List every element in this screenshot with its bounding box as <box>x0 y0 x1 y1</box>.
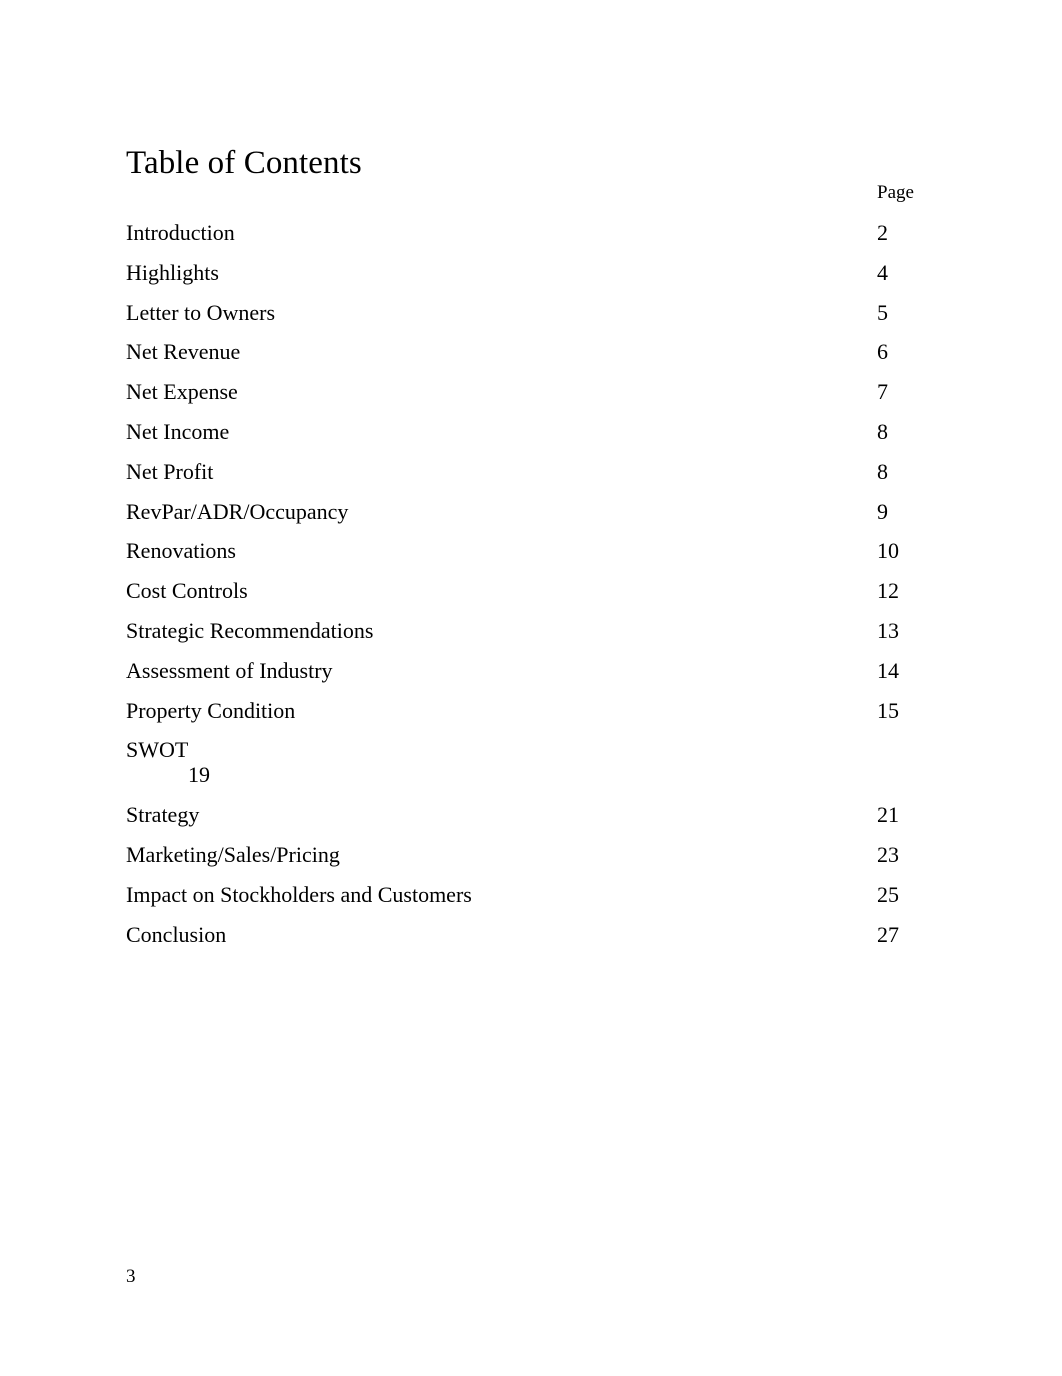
toc-entry-page-number: 5 <box>877 299 888 325</box>
toc-entry[interactable]: Introduction 2 <box>0 219 1062 259</box>
toc-entry-label: Impact on Stockholders and Customers <box>126 881 472 907</box>
toc-entry-page-number: 8 <box>877 458 888 484</box>
table-of-contents-list: Introduction 2 Highlights 4 Letter to Owners… <box>0 219 1062 961</box>
toc-entry[interactable]: Highlights 4 <box>0 259 1062 299</box>
toc-entry-page-number: 7 <box>877 379 888 405</box>
toc-entry-page-number: 8 <box>877 418 888 444</box>
toc-entry-label: Highlights <box>126 259 219 285</box>
toc-entry-page-number: 9 <box>877 498 888 524</box>
toc-entry-label: Renovations <box>126 538 236 564</box>
toc-entry-page-number: 2 <box>877 220 888 245</box>
toc-entry[interactable]: Property Condition 15 <box>0 697 1062 737</box>
page-title: Table of Contents <box>126 145 362 182</box>
toc-entry-page-number: 12 <box>877 578 899 604</box>
toc-entry-label: SWOT <box>126 737 189 763</box>
toc-entry[interactable]: Strategic Recommendations 13 <box>0 617 1062 657</box>
toc-entry-label: Property Condition <box>126 697 296 723</box>
toc-entry-page-number: 27 <box>877 921 899 947</box>
toc-entry-page-number: 10 <box>877 538 899 564</box>
toc-entry[interactable]: Net Profit 8 <box>0 458 1062 498</box>
toc-entry-page-number: 6 <box>877 339 888 365</box>
toc-entry-label: Marketing/Sales/Pricing <box>126 842 340 868</box>
toc-entry-page-number: 19 <box>188 762 210 788</box>
toc-entry-label: Strategic Recommendations <box>126 617 374 643</box>
toc-entry-label: Assessment of Industry <box>126 657 333 683</box>
toc-entry[interactable]: Net Income 8 <box>0 418 1062 458</box>
toc-entry-page-number: 25 <box>877 881 899 907</box>
toc-entry[interactable]: Net Expense 7 <box>0 378 1062 418</box>
toc-entry[interactable]: Conclusion 27 <box>0 921 1062 961</box>
toc-entry[interactable]: Letter to Owners 5 <box>0 299 1062 339</box>
toc-entry[interactable]: Strategy 21 <box>0 801 1062 841</box>
toc-entry-label: Letter to Owners <box>126 299 276 325</box>
toc-entry[interactable]: Marketing/Sales/Pricing 23 <box>0 841 1062 881</box>
toc-entry-label: Net Revenue <box>126 339 241 365</box>
toc-entry-page-number: 14 <box>877 657 899 683</box>
toc-entry-label: Net Profit <box>126 458 214 484</box>
toc-entry-label: Strategy <box>126 802 200 828</box>
toc-entry-page-number: 13 <box>877 617 899 643</box>
toc-entry-label: Cost Controls <box>126 578 248 604</box>
toc-entry-page-number: 23 <box>877 842 899 868</box>
toc-entry[interactable]: Renovations 10 <box>0 537 1062 577</box>
toc-entry[interactable]: Net Revenue 6 <box>0 338 1062 378</box>
toc-entry-page-number: 21 <box>877 802 899 828</box>
page-column-header: Page <box>877 182 914 203</box>
toc-entry[interactable]: Impact on Stockholders and Customers 25 <box>0 881 1062 921</box>
toc-entry-label: Conclusion <box>126 921 227 947</box>
toc-entry-label: RevPar/ADR/Occupancy <box>126 498 349 524</box>
document-page: Table of Contents Page Introduction 2 High… <box>0 0 1062 1376</box>
toc-entry-label: Net Income <box>126 418 230 444</box>
toc-entry[interactable]: RevPar/ADR/Occupancy 9 <box>0 498 1062 538</box>
toc-entry[interactable]: Cost Controls 12 <box>0 577 1062 617</box>
toc-entry-label: Net Expense <box>126 379 238 405</box>
toc-entry[interactable]: Assessment of Industry 14 <box>0 657 1062 697</box>
toc-entry-label: Introduction <box>126 220 235 245</box>
toc-entry-page-number: 15 <box>877 697 899 723</box>
toc-entry-page-number: 4 <box>877 259 888 285</box>
toc-entry[interactable]: SWOT 19 <box>0 736 1062 801</box>
footer-page-number: 3 <box>126 1266 136 1287</box>
